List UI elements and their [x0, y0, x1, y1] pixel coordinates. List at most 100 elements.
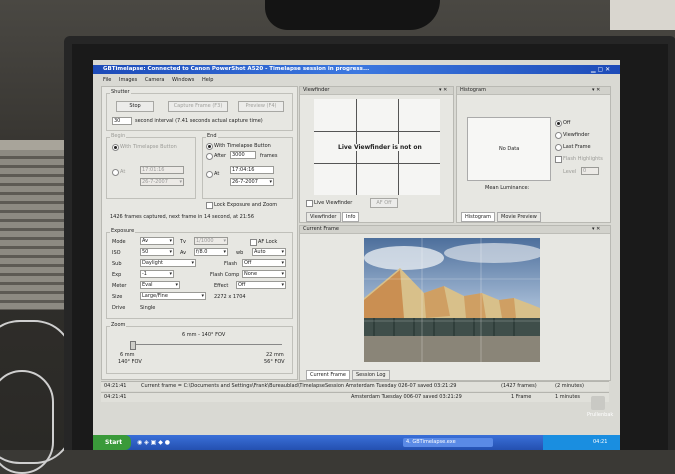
- tab-session-log[interactable]: Session Log: [352, 370, 390, 380]
- menu-file[interactable]: File: [103, 77, 111, 83]
- taskbar: Start ◉ ◈ ▣ ◆ ● 4. GBTimelapse.exe 04:21: [93, 435, 620, 450]
- tv-select[interactable]: 1/1000: [194, 237, 228, 245]
- viewfinder-close-icon[interactable]: ▾ ✕: [439, 87, 447, 93]
- lock-exposure-checkbox[interactable]: [206, 202, 213, 209]
- menu-help[interactable]: Help: [202, 77, 213, 83]
- interval-text: second interval (7.41 seconds actual cap…: [135, 118, 263, 124]
- viewfinder-message: Live Viewfinder is not on: [338, 144, 422, 151]
- window-controls[interactable]: ▁ ▢ ✕: [591, 66, 610, 73]
- status-time: 04:21:41: [104, 383, 127, 389]
- level-label: Level: [563, 169, 577, 175]
- light-fixture: [610, 0, 675, 30]
- meter-label: Meter: [112, 283, 127, 289]
- viewfinder-tabs: Viewfinder Info: [306, 212, 446, 222]
- tv-label: Tv: [180, 239, 187, 245]
- end-frames-input[interactable]: 3000: [230, 151, 256, 159]
- zoom-min-mm: 6 mm: [120, 352, 135, 358]
- recycle-bin-icon[interactable]: [591, 396, 605, 410]
- histogram-off-radio[interactable]: [555, 120, 562, 127]
- exp-select[interactable]: -1: [140, 270, 174, 278]
- status-bar: 04:21:41 Current frame = C:\Documents an…: [101, 381, 609, 391]
- capture-frame-button[interactable]: Capture Frame (F3): [168, 101, 228, 112]
- av-select[interactable]: f/8.0: [194, 248, 228, 256]
- menu-windows[interactable]: Windows: [172, 77, 194, 83]
- window-title: GBTimelapse: Connected to Canon PowerSho…: [93, 65, 620, 74]
- begin-at-radio[interactable]: [112, 169, 119, 176]
- viewfinder-title: Viewfinder: [303, 87, 330, 93]
- zoom-max-mm: 22 mm: [266, 352, 284, 358]
- flash-comp-select[interactable]: None: [242, 270, 286, 278]
- end-button-radio[interactable]: [206, 143, 213, 150]
- live-viewfinder-checkbox[interactable]: [306, 200, 313, 207]
- status-message: Current frame = C:\Documents and Setting…: [141, 383, 457, 389]
- frames-captured-status: 1426 frames captured, next frame in 14 s…: [110, 214, 255, 220]
- af-lock-checkbox[interactable]: [250, 239, 257, 246]
- histogram-last-frame-radio[interactable]: [555, 144, 562, 151]
- screen: GBTimelapse: Connected to Canon PowerSho…: [93, 60, 620, 450]
- histogram-close-icon[interactable]: ▾ ✕: [592, 87, 600, 93]
- begin-date-field[interactable]: 26-7-2007: [140, 178, 184, 186]
- cable: [0, 370, 54, 474]
- grid-line: [314, 131, 440, 132]
- live-viewfinder-label: Live Viewfinder: [314, 200, 353, 206]
- tab-viewfinder[interactable]: Viewfinder: [306, 212, 341, 222]
- iso-select[interactable]: 50: [140, 248, 174, 256]
- end-at-radio[interactable]: [206, 171, 213, 178]
- size-dimensions: 2272 x 1704: [214, 294, 246, 300]
- stop-button[interactable]: Stop: [116, 101, 154, 112]
- mode-select[interactable]: Av: [140, 237, 174, 245]
- af-off-button[interactable]: AF Off: [370, 198, 398, 208]
- effect-select[interactable]: Off: [236, 281, 286, 289]
- drive-label: Drive: [112, 305, 126, 311]
- zoom-group-label: Zoom: [110, 322, 127, 328]
- end-date-field[interactable]: 26-7-2007: [230, 178, 274, 186]
- end-after-radio[interactable]: [206, 153, 213, 160]
- zoom-max-fov: 56° FOV: [264, 359, 285, 365]
- menu-images[interactable]: Images: [119, 77, 137, 83]
- size-select[interactable]: Large/Fine: [140, 292, 206, 300]
- wb-select[interactable]: Auto: [252, 248, 286, 256]
- end-time-field[interactable]: 17:04:16: [230, 166, 274, 174]
- taskbar-app-button[interactable]: 4. GBTimelapse.exe: [403, 438, 493, 447]
- zoom-current-label: 6 mm - 140° FOV: [182, 332, 226, 338]
- size-label: Size: [112, 294, 123, 300]
- sub-select[interactable]: Daylight: [140, 259, 196, 267]
- meter-select[interactable]: Eval: [140, 281, 180, 289]
- menu-camera[interactable]: Camera: [145, 77, 165, 83]
- tab-histogram[interactable]: Histogram: [461, 212, 495, 222]
- taskbar-app-label: 4. GBTimelapse.exe: [406, 439, 456, 445]
- level-input[interactable]: 0: [581, 167, 599, 175]
- histogram-viewfinder-radio[interactable]: [555, 132, 562, 139]
- flash-select[interactable]: Off: [242, 259, 286, 267]
- end-group-label: End: [206, 133, 218, 139]
- af-lock-label: AF Lock: [258, 239, 278, 245]
- begin-button-radio[interactable]: [112, 144, 119, 151]
- current-frame-close-icon[interactable]: ▾ ✕: [592, 226, 600, 232]
- interval-input[interactable]: 30: [112, 117, 132, 125]
- status-frame-count: 1 Frame: [511, 394, 532, 400]
- zoom-slider-track[interactable]: [132, 344, 282, 345]
- status-frames: (1427 frames): [501, 383, 537, 389]
- tent-photo: [364, 238, 540, 362]
- zoom-slider-thumb[interactable]: [130, 341, 136, 350]
- wb-label: wb: [236, 250, 244, 256]
- iso-label: ISO: [112, 250, 121, 256]
- end-after-label: After: [214, 153, 227, 159]
- begin-time-field[interactable]: 17:01:16: [140, 166, 184, 174]
- current-frame-panel: Current Frame ▾ ✕ Current Frame Session …: [299, 225, 611, 381]
- tab-info[interactable]: Info: [342, 212, 360, 222]
- effect-label: Effect: [214, 283, 229, 289]
- av-label: Av: [180, 250, 187, 256]
- preview-button[interactable]: Preview (F4): [238, 101, 284, 112]
- quick-launch-icons[interactable]: ◉ ◈ ▣ ◆ ●: [137, 439, 170, 446]
- shutter-group: [106, 93, 293, 131]
- flash-highlights-checkbox[interactable]: [555, 156, 562, 163]
- mean-luminance-label: Mean Luminance:: [485, 185, 530, 191]
- tab-current-frame[interactable]: Current Frame: [306, 370, 350, 380]
- histogram-tabs: Histogram Movie Preview: [461, 212, 606, 222]
- clock: 04:21: [593, 439, 608, 445]
- status-duration-2: 1 minutes: [555, 394, 581, 400]
- start-button[interactable]: Start: [93, 435, 131, 450]
- tab-movie-preview[interactable]: Movie Preview: [497, 212, 541, 222]
- histogram-title: Histogram: [460, 87, 486, 93]
